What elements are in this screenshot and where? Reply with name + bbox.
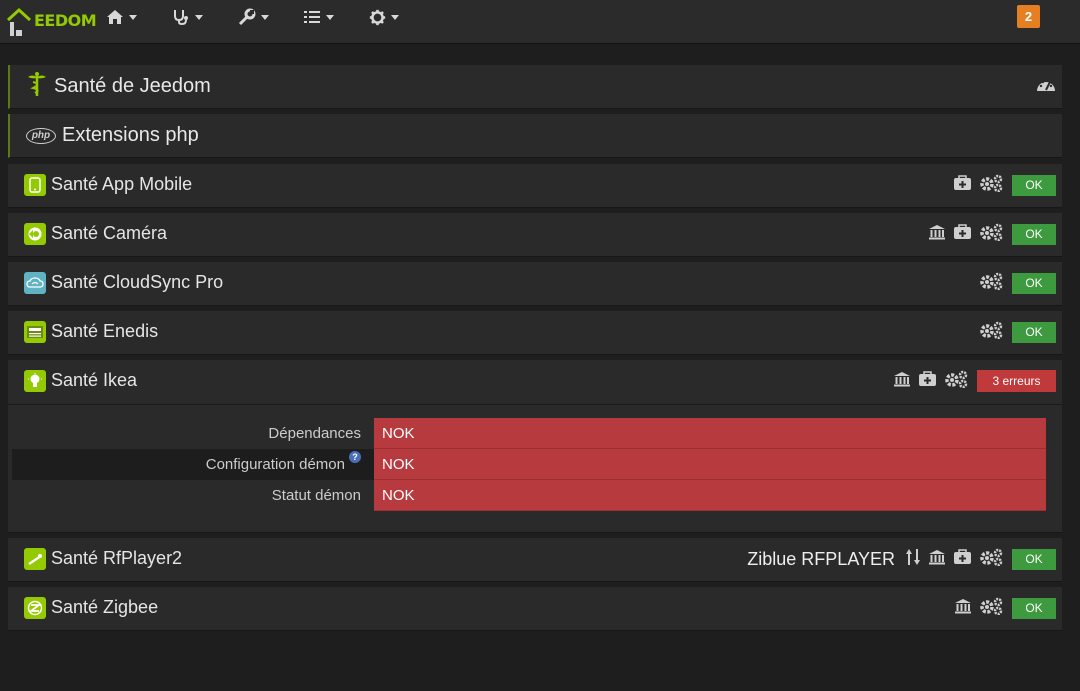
detail-label: Dépendances xyxy=(268,425,361,442)
bank-icon[interactable] xyxy=(928,224,946,245)
status-badge: OK xyxy=(1012,597,1056,619)
sort-arrows-icon[interactable] xyxy=(905,548,921,571)
plugin-row-enedis[interactable]: Santé Enedis OK xyxy=(8,311,1062,355)
chevron-down-icon xyxy=(391,14,399,20)
cloud-sync-icon xyxy=(24,272,46,294)
zigbee-icon xyxy=(24,597,46,619)
enedis-meter-icon xyxy=(24,321,46,343)
detail-value: NOK xyxy=(374,449,1046,480)
bank-icon[interactable] xyxy=(954,598,972,619)
table-row: Configuration démon? NOK xyxy=(12,449,1046,480)
chevron-down-icon xyxy=(129,14,137,20)
detail-label-wrap: Configuration démon? xyxy=(12,449,374,480)
detail-label: Statut démon xyxy=(271,487,361,504)
detail-value: NOK xyxy=(374,418,1046,449)
notification-badge[interactable]: 2 xyxy=(1017,5,1040,28)
chevron-down-icon xyxy=(261,14,269,20)
gear-icon xyxy=(369,9,386,26)
plugin-row-cloudsync-pro[interactable]: Santé CloudSync Pro OK xyxy=(8,262,1062,306)
status-badge: OK xyxy=(1012,174,1056,196)
detail-value: NOK xyxy=(374,480,1046,511)
status-badge: OK xyxy=(1012,272,1056,294)
gears-icon[interactable] xyxy=(979,321,1003,344)
rfplayer-icon xyxy=(24,548,46,570)
status-badge: OK xyxy=(1012,548,1056,570)
equipment-name: Ziblue RFPLAYER xyxy=(747,548,895,569)
plugin-name: Santé App Mobile xyxy=(51,174,193,194)
gears-icon[interactable] xyxy=(979,223,1003,246)
gears-icon[interactable] xyxy=(979,548,1003,571)
plugin-row-rfplayer2[interactable]: Santé RfPlayer2 Ziblue RFPLAYER OK xyxy=(8,538,1062,582)
first-aid-kit-icon[interactable] xyxy=(918,370,937,392)
home-icon xyxy=(106,9,124,25)
dashboard-gauge-icon[interactable] xyxy=(1036,76,1056,99)
plugin-name: Santé Caméra xyxy=(51,223,168,243)
php-icon: php xyxy=(26,127,56,144)
error-badge: 3 erreurs xyxy=(977,370,1056,392)
gears-icon[interactable] xyxy=(979,597,1003,620)
wrench-icon xyxy=(238,8,256,26)
page-title: Santé de Jeedom xyxy=(54,75,211,97)
tasks-icon xyxy=(303,9,321,25)
panel-divider xyxy=(8,404,1062,405)
plugin-row-camera[interactable]: Santé Caméra OK xyxy=(8,213,1062,257)
status-badge: OK xyxy=(1012,321,1056,343)
caduceus-icon xyxy=(26,71,48,102)
top-navbar: EEDOM 2 xyxy=(0,0,1080,44)
bank-icon[interactable] xyxy=(893,371,911,392)
analysis-menu[interactable] xyxy=(172,6,203,28)
ikea-health-details: Dépendances NOK Configuration démon? NOK… xyxy=(12,418,1046,511)
mobile-app-icon xyxy=(24,174,46,196)
gears-icon[interactable] xyxy=(979,272,1003,295)
detail-label: Configuration démon xyxy=(205,456,345,473)
camera-plugin-icon xyxy=(24,223,46,245)
stethoscope-icon xyxy=(172,8,190,26)
table-row: Statut démon NOK xyxy=(12,480,1046,511)
php-extensions-title: Extensions php xyxy=(62,124,199,146)
status-badge: OK xyxy=(1012,223,1056,245)
chevron-down-icon xyxy=(195,14,203,20)
house-logo-icon xyxy=(6,7,32,38)
plugin-name: Santé Ikea xyxy=(51,370,138,390)
help-icon[interactable]: ? xyxy=(349,451,361,463)
tools-menu[interactable] xyxy=(238,6,269,28)
plugin-name: Santé RfPlayer2 xyxy=(51,548,183,568)
jeedom-logo[interactable]: EEDOM xyxy=(6,0,97,38)
first-aid-kit-icon[interactable] xyxy=(953,174,972,196)
plugin-row-app-mobile[interactable]: Santé App Mobile OK xyxy=(8,164,1062,208)
lightbulb-icon xyxy=(24,370,46,392)
plugins-menu[interactable] xyxy=(303,6,334,28)
jeedom-health-panel[interactable]: Santé de Jeedom xyxy=(8,65,1062,109)
plugin-row-zigbee[interactable]: Santé Zigbee OK xyxy=(8,587,1062,631)
chevron-down-icon xyxy=(326,14,334,20)
bank-icon[interactable] xyxy=(928,549,946,570)
table-row: Dépendances NOK xyxy=(12,418,1046,449)
plugin-name: Santé CloudSync Pro xyxy=(51,272,224,292)
first-aid-kit-icon[interactable] xyxy=(953,548,972,570)
gears-icon[interactable] xyxy=(979,174,1003,197)
home-menu[interactable] xyxy=(106,6,137,28)
logo-text: EEDOM xyxy=(34,11,97,30)
settings-menu[interactable] xyxy=(369,6,399,28)
plugin-name: Santé Zigbee xyxy=(51,597,159,617)
plugin-name: Santé Enedis xyxy=(51,321,159,341)
gears-icon[interactable] xyxy=(944,370,968,393)
php-extensions-panel[interactable]: php Extensions php xyxy=(8,114,1062,158)
first-aid-kit-icon[interactable] xyxy=(953,223,972,245)
